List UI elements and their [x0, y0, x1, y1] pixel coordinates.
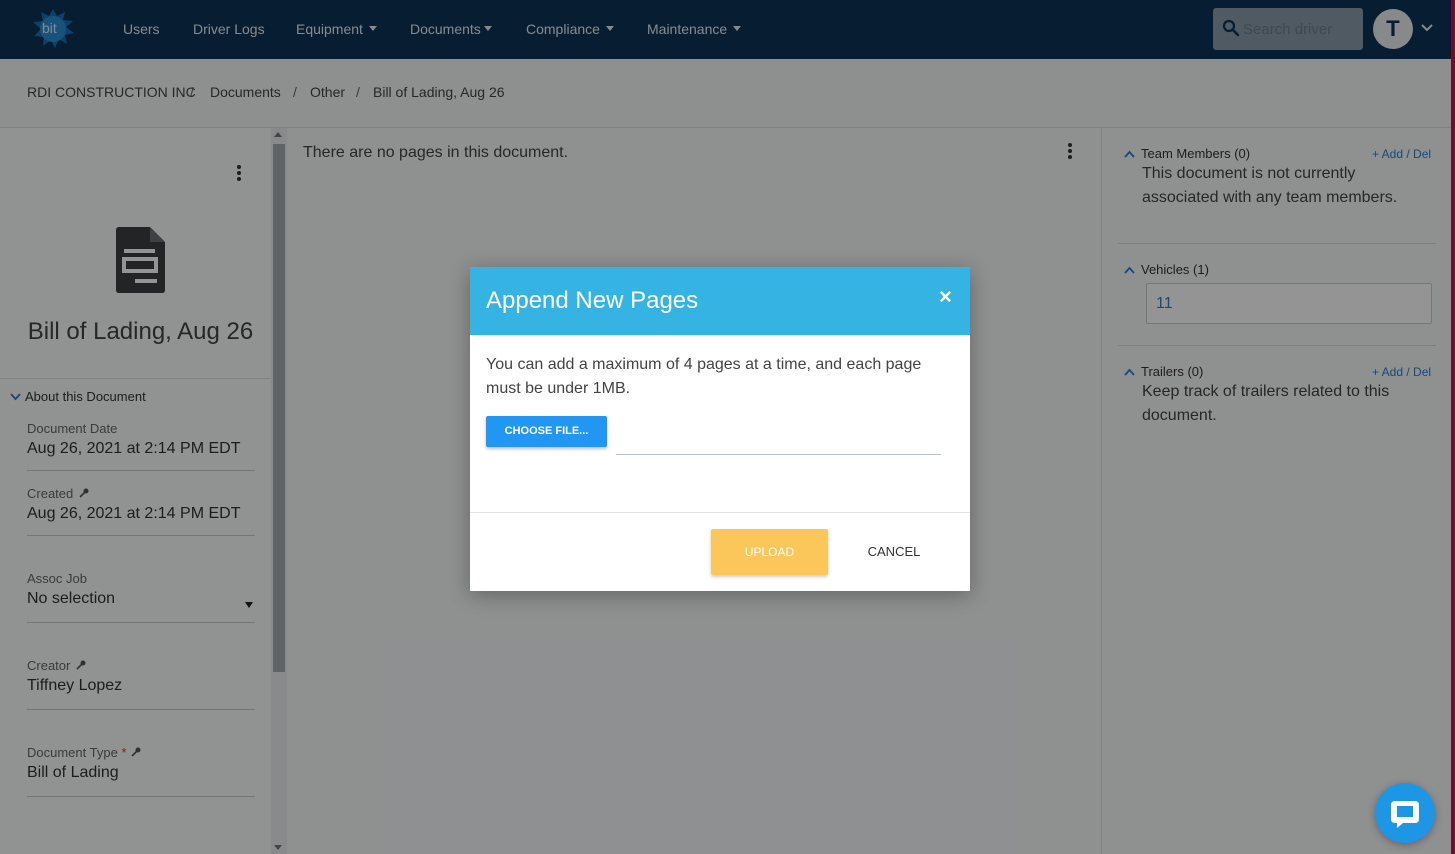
chat-launcher-button[interactable] [1375, 783, 1435, 843]
upload-button[interactable]: UPLOAD [711, 529, 828, 575]
selected-file-field[interactable] [616, 454, 941, 455]
dialog-instructions: You can add a maximum of 4 pages at a ti… [486, 356, 922, 397]
cancel-button[interactable]: CANCEL [857, 529, 931, 575]
divider [470, 512, 970, 513]
chat-icon [1391, 801, 1419, 828]
dialog-header: Append New Pages × [470, 267, 970, 335]
close-icon[interactable]: × [939, 286, 952, 308]
append-pages-dialog: Append New Pages × You can add a maximum… [470, 267, 970, 591]
choose-file-button[interactable]: CHOOSE FILE... [486, 416, 607, 447]
dialog-title: Append New Pages [486, 287, 699, 314]
